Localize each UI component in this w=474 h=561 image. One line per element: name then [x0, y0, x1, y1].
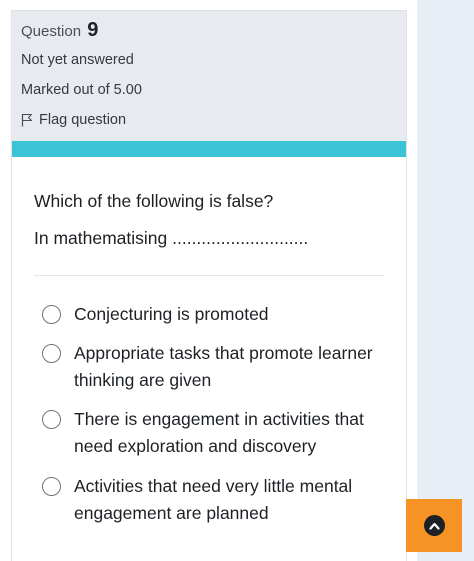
question-marks: Marked out of 5.00: [21, 82, 142, 98]
scroll-to-top-button[interactable]: [406, 499, 462, 552]
question-prompt: Which of the following is false?: [34, 191, 274, 211]
answer-option-1[interactable]: Conjecturing is promoted: [42, 301, 392, 328]
answer-option-2[interactable]: Appropriate tasks that promote learner t…: [42, 340, 392, 394]
answer-option-3[interactable]: There is engagement in activities that n…: [42, 406, 392, 460]
side-panel: [417, 0, 474, 561]
question-stem: In mathematising .......................…: [34, 228, 309, 248]
answer-option-label: There is engagement in activities that n…: [74, 409, 364, 456]
question-info-panel: Question 9 Not yet answered Marked out o…: [12, 10, 406, 141]
flag-icon: [21, 113, 33, 127]
answer-option-label: Appropriate tasks that promote learner t…: [74, 343, 373, 390]
flag-question-label: Flag question: [39, 112, 127, 128]
question-number-label: Question 9: [21, 19, 98, 42]
question-number: 9: [87, 19, 99, 41]
accent-bar: [12, 141, 406, 157]
radio-button[interactable]: [42, 305, 61, 324]
answer-option-label: Activities that need very little mental …: [74, 476, 353, 523]
answer-option-4[interactable]: Activities that need very little mental …: [42, 473, 392, 527]
question-label-text: Question: [21, 23, 82, 40]
radio-button[interactable]: [42, 344, 61, 363]
chevron-up-icon: [423, 515, 445, 536]
flag-question-link[interactable]: Flag question: [21, 112, 126, 128]
radio-button[interactable]: [42, 477, 61, 496]
question-card: Question 9 Not yet answered Marked out o…: [11, 10, 407, 561]
quiz-page: Question 9 Not yet answered Marked out o…: [0, 0, 474, 561]
divider: [34, 275, 384, 276]
answer-status: Not yet answered: [21, 52, 134, 68]
radio-button[interactable]: [42, 410, 61, 429]
answer-option-label: Conjecturing is promoted: [74, 304, 269, 324]
